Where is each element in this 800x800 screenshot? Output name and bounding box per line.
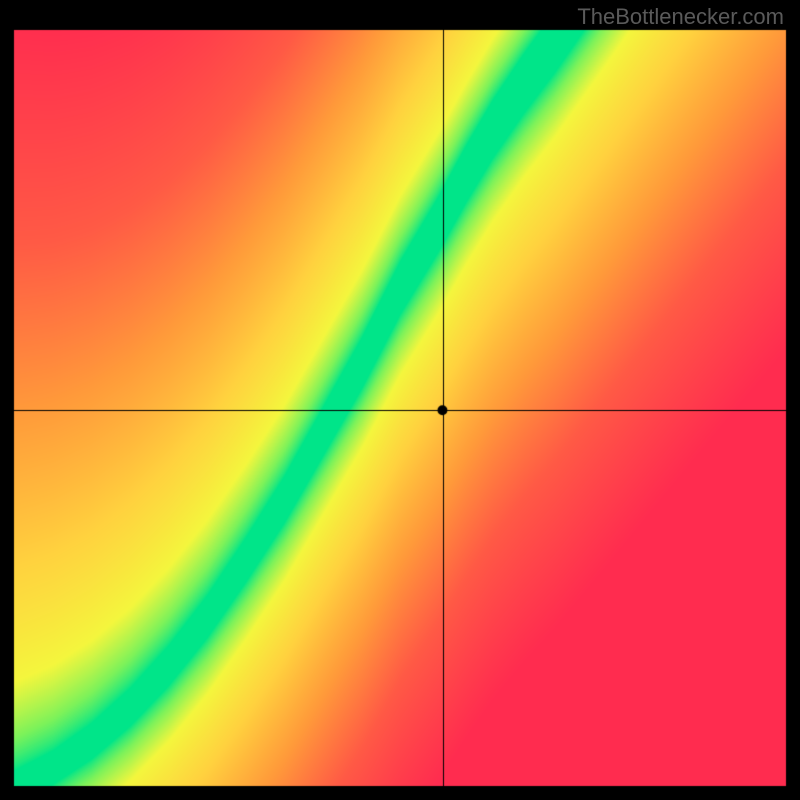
heatmap-canvas	[0, 0, 800, 800]
chart-container: TheBottlenecker.com	[0, 0, 800, 800]
watermark-text: TheBottlenecker.com	[577, 4, 784, 30]
